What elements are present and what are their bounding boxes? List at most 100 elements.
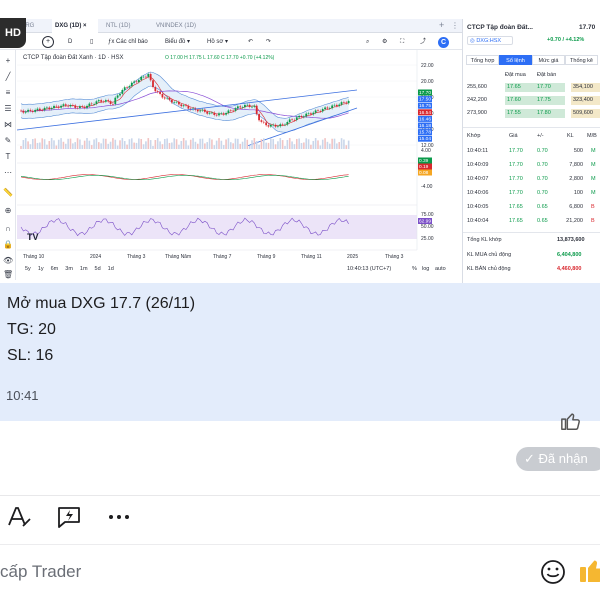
tab-dxg[interactable]: DXG (1D) × [52,19,98,33]
orderbook-row[interactable]: 242,200 17.60 17.75 323,400 [467,96,600,105]
bid-volume: 273,900 [467,110,487,116]
volume-bar [211,139,213,149]
ticker-chip[interactable]: ◎ DXG:HSX [467,36,513,45]
volume-bar [147,138,150,149]
candle [147,74,150,77]
trade-time: 10:40:04 [467,218,489,224]
range-button[interactable]: 1d [108,266,114,272]
candle [137,79,140,82]
measure-icon[interactable]: 📏 [3,188,13,198]
volume-bar [338,142,341,149]
thumbs-up-icon[interactable] [578,555,600,585]
range-button[interactable]: 5y [25,266,31,272]
range-button[interactable]: 1y [38,266,44,272]
candle [90,103,93,105]
tab-so-lenh[interactable]: Sổ lệnh [499,55,532,65]
indicators-button[interactable]: ƒx Các chỉ báo [108,34,148,50]
candle [236,106,239,109]
log-toggle[interactable]: log [422,266,429,272]
share-icon[interactable]: ⤴ [420,34,426,50]
tab-tong-hop[interactable]: Tổng hợp [466,55,499,65]
undo-icon[interactable]: ↶ [248,34,253,50]
more-icon[interactable]: ⋮ [448,19,459,33]
candle [196,109,199,112]
volume-bar [305,138,308,149]
candle [312,112,315,115]
tab-muc-gia[interactable]: Mức giá [532,55,565,65]
volume-bar [74,142,77,149]
horizontal-line-icon[interactable]: ≡ [3,88,13,98]
volume-bar [295,138,298,149]
fibonacci-icon[interactable]: ☰ [3,104,13,114]
orderbook-row[interactable]: 255,600 17.65 17.70 354,100 [467,83,600,92]
add-tab-icon[interactable]: + [436,19,446,33]
percent-toggle[interactable]: % [412,266,417,272]
range-button[interactable]: 3m [65,266,73,272]
trade-row: 10:40:11 17.70 0.70 500 M [467,147,597,156]
price-chart[interactable]: Tháng 10 2024 Tháng 3 Tháng Năm Tháng 7 Tháng… [16,50,462,280]
candle [88,103,91,106]
range-button[interactable]: 5d [95,266,101,272]
trading-screenshot[interactable]: RRG DXG (1D) × NTL (1D) VNINDEX (1D) + ⋮… [0,0,600,283]
crosshair-icon[interactable]: + [3,56,13,66]
volume-bar [182,138,185,149]
volume-bar [175,139,178,149]
volume-bar [270,138,272,149]
search-icon[interactable]: ⌕ [366,34,369,50]
volume-bar [112,138,114,149]
volume-bar [291,141,293,149]
quick-message-icon[interactable] [56,504,84,532]
like-icon[interactable] [560,410,590,440]
orderbook-row[interactable]: 273,900 17.55 17.80 509,600 [467,109,600,118]
trendline-icon[interactable]: ╱ [3,72,13,82]
zoom-icon[interactable]: ⊕ [3,206,13,216]
emoji-icon[interactable] [540,559,566,585]
candle-type-icon[interactable]: ▯ [90,34,93,50]
more-options-icon[interactable] [106,504,134,532]
pattern-icon[interactable]: ⋈ [3,120,13,130]
tab-thong-ke[interactable]: Thống kê [565,55,598,65]
ask-volume: 354,100 [571,83,600,92]
message-composer[interactable]: cấp Trader [0,544,600,600]
candle [213,112,216,115]
tab-vnindex[interactable]: VNINDEX (1D) [153,19,215,33]
volume-bar [102,138,105,149]
range-button[interactable]: 6m [51,266,59,272]
volume-bar [166,138,168,149]
eye-icon[interactable]: 👁 [3,256,13,266]
time-tick: Tháng 7 [213,254,232,260]
chart-type-button[interactable]: Biểu đồ ▾ [165,34,190,50]
range-button[interactable]: 1m [80,266,88,272]
magnet-icon[interactable]: ∩ [3,224,13,234]
lock-icon[interactable]: 🔒 [3,240,13,250]
text-tool-icon[interactable]: T [3,152,13,162]
received-status-badge: ✓ Đã nhận [516,447,600,471]
candle [343,102,345,103]
candle [286,121,289,125]
message-line-2: TG: 20 [7,321,56,338]
volume-bar [95,138,98,149]
candle [31,110,34,112]
auto-toggle[interactable]: auto [435,266,446,272]
trash-icon[interactable]: 🗑 [3,270,13,280]
redo-icon[interactable]: ↷ [266,34,271,50]
trade-row: 10:40:04 17.65 0.65 21,200 B [467,217,597,226]
message-bubble[interactable]: Mở mua DXG 17.7 (26/11) TG: 20 SL: 16 10… [0,283,600,430]
add-symbol-icon[interactable]: + [42,36,54,48]
templates-button[interactable]: Hồ sơ ▾ [207,34,228,50]
settings-icon[interactable]: ⚙ [382,34,387,50]
volume-bar [201,138,204,149]
tab-ntl[interactable]: NTL (1D) [103,19,149,33]
interval-select[interactable]: D [68,34,72,50]
candle [241,107,244,108]
composer-placeholder[interactable]: cấp Trader [0,562,81,582]
text-format-icon[interactable] [6,504,34,532]
fullscreen-icon[interactable]: ⛶ [400,34,404,50]
candle [57,106,60,108]
price-tick: 22.00 [421,63,434,69]
candle [50,108,53,110]
projection-icon[interactable]: ⋯ [3,168,13,178]
brush-icon[interactable]: ✎ [3,136,13,146]
volume-bar [194,141,197,149]
chart-canvas[interactable]: Tháng 10 2024 Tháng 3 Tháng Năm Tháng 7 Tháng… [16,50,462,280]
